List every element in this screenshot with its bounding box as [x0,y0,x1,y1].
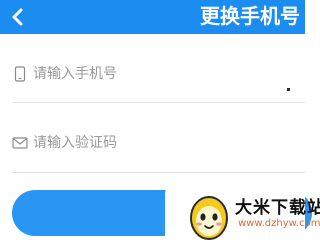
divider [12,172,305,173]
back-button[interactable] [6,4,32,30]
divider-dot [287,88,290,91]
phone-field-row [12,50,305,98]
envelope-icon [12,137,28,149]
verification-code-input[interactable] [33,135,263,151]
header-bar: 更换手机号 [0,0,305,34]
watermark-title: 大米下载站 [235,198,320,218]
phone-icon [14,66,26,82]
chevron-left-icon [12,8,23,26]
watermark-badge: 大米下载站 www.dzhyw.com [165,184,320,244]
egg-mascot-logo [190,196,228,240]
divider [12,102,305,103]
watermark-url: www.dzhyw.com [238,218,320,229]
phone-input[interactable] [33,66,263,82]
page-title: 更换手机号 [200,4,300,28]
code-field-row [12,119,305,167]
